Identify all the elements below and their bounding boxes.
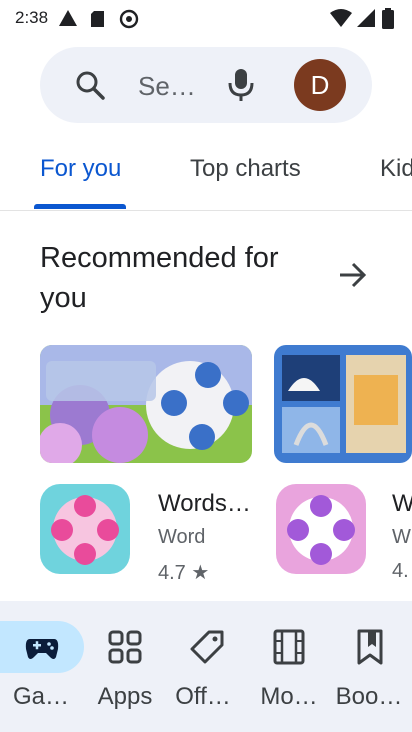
- alert-icon: [59, 10, 77, 26]
- word-game-app-icon: [276, 484, 366, 574]
- app-name: W: [392, 490, 412, 517]
- sd-card-icon: [91, 11, 104, 27]
- film-icon[interactable]: [272, 629, 306, 665]
- status-bar: 2:38: [0, 0, 412, 38]
- tab-kids[interactable]: Kid: [380, 155, 412, 183]
- apps-grid-icon[interactable]: [107, 629, 143, 665]
- bottom-navigation: Ga… Apps Off… Mo… Boo…: [0, 601, 412, 732]
- category-tabs: For you Top charts Kid: [0, 140, 412, 211]
- nav-label-movies[interactable]: Mo…: [244, 683, 334, 711]
- tag-icon[interactable]: [189, 629, 225, 665]
- app-rating: 4.7 ★: [158, 562, 210, 584]
- banner-image: [274, 345, 412, 463]
- nav-label-offers[interactable]: Off…: [158, 683, 248, 711]
- banner-image: [40, 345, 252, 463]
- account-avatar[interactable]: D: [294, 59, 346, 111]
- search-icon: [76, 71, 105, 100]
- app-category: W: [392, 526, 411, 548]
- signal-icon: [357, 9, 375, 27]
- app-icon-word-game[interactable]: [276, 484, 366, 574]
- app-category: Word: [158, 526, 206, 548]
- nav-label-games[interactable]: Ga…: [0, 683, 86, 711]
- arrow-right-icon[interactable]: [338, 262, 368, 288]
- app-banner-2[interactable]: [274, 345, 412, 463]
- section-title: Recommended for you: [40, 242, 279, 314]
- app-rating: 4.: [392, 560, 409, 582]
- nav-label-apps[interactable]: Apps: [80, 683, 170, 711]
- wifi-icon: [330, 9, 352, 27]
- search-bar[interactable]: Se… D: [40, 47, 372, 123]
- tab-for-you[interactable]: For you: [40, 155, 121, 183]
- bookmark-icon[interactable]: [355, 629, 385, 665]
- active-tab-indicator: [34, 204, 126, 209]
- app-icon-words[interactable]: [40, 484, 130, 574]
- app-name: Words…: [158, 490, 251, 517]
- tab-top-charts[interactable]: Top charts: [190, 155, 301, 183]
- battery-icon: [382, 8, 394, 29]
- nav-label-books[interactable]: Boo…: [324, 683, 412, 711]
- microphone-icon[interactable]: [227, 67, 255, 103]
- data-saver-icon: [119, 9, 139, 29]
- words-app-icon: [40, 484, 130, 574]
- search-placeholder: Se…: [138, 71, 196, 101]
- app-banner-1[interactable]: [40, 345, 252, 463]
- status-time: 2:38: [15, 8, 49, 27]
- gamepad-icon[interactable]: [24, 629, 60, 665]
